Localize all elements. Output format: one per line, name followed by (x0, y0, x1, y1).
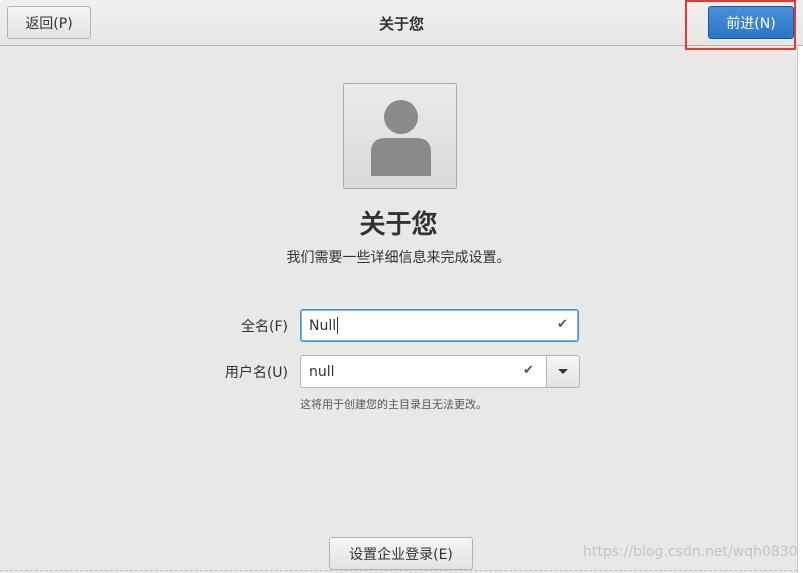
chevron-down-icon (558, 369, 568, 374)
enterprise-login-button[interactable]: 设置企业登录(E) (329, 537, 473, 570)
user-avatar-icon (371, 100, 431, 176)
annotation-highlight-box (685, 0, 796, 50)
username-value: null (309, 363, 335, 380)
username-input[interactable]: null (300, 355, 547, 388)
window-edge (797, 46, 803, 573)
fullname-label: 全名(F) (241, 319, 288, 335)
username-hint: 这将用于创建您的主目录且无法更改。 (300, 398, 487, 411)
text-cursor (337, 317, 339, 334)
watermark-text: https://blog.csdn.net/wqh0830 (583, 544, 798, 560)
username-dropdown-button[interactable] (546, 355, 580, 388)
fullname-valid-check-icon: ✔ (557, 317, 568, 332)
page-heading: 关于您 (359, 210, 438, 240)
page-subtitle: 我们需要一些详细信息来完成设置。 (286, 250, 511, 266)
username-valid-check-icon: ✔ (523, 363, 534, 378)
username-label: 用户名(U) (224, 365, 288, 381)
bottom-divider (0, 570, 797, 571)
fullname-input[interactable]: Null (300, 309, 579, 342)
header-bar (0, 0, 803, 46)
back-button[interactable]: 返回(P) (7, 6, 91, 39)
avatar-button[interactable] (343, 83, 457, 189)
fullname-value: Null (309, 317, 337, 334)
